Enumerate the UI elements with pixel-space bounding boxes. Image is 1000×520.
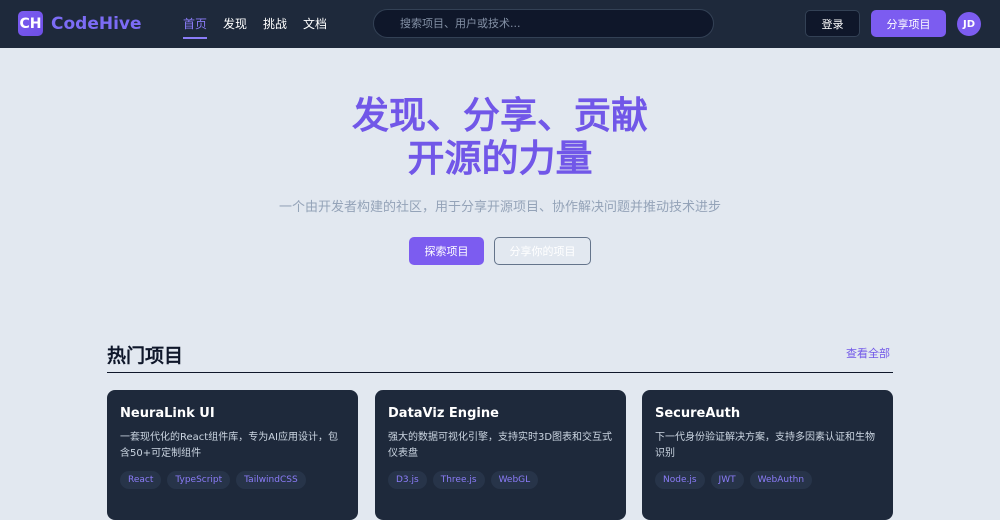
brand-logo[interactable]: CH CodeHive [18, 11, 142, 36]
tag-chip[interactable]: WebGL [490, 471, 539, 489]
hero-subtitle: 一个由开发者构建的社区，用于分享开源项目、协作解决问题并推动技术进步 [278, 200, 721, 215]
tag-chip[interactable]: Three.js [432, 471, 485, 489]
top-navbar: CH CodeHive 首页 发现 挑战 文档 登录 分享项目 JD [0, 0, 1000, 48]
brand-name: CodeHive [51, 13, 142, 34]
project-card-description: 一套现代化的React组件库，专为AI应用设计，包含50+可定制组件 [120, 432, 338, 459]
share-your-project-button[interactable]: 分享你的项目 [494, 237, 591, 265]
section-divider [107, 372, 893, 373]
tag-chip[interactable]: D3.js [388, 471, 427, 489]
project-tags: Node.js JWT WebAuthn [655, 471, 880, 489]
tag-chip[interactable]: WebAuthn [749, 471, 813, 489]
view-all-link[interactable]: 查看全部 [846, 345, 890, 361]
tag-chip[interactable]: TypeScript [167, 471, 231, 489]
tag-chip[interactable]: React [120, 471, 162, 489]
hero-title-line-1: 发现、分享、贡献 [352, 94, 648, 137]
section-title: 热门项目 [107, 345, 184, 367]
nav-link-discover[interactable]: 发现 [223, 15, 247, 39]
tag-chip[interactable]: Node.js [655, 471, 705, 489]
project-card-title[interactable]: SecureAuth [655, 406, 880, 421]
hero-title: 发现、分享、贡献 开源的力量 [0, 94, 1000, 180]
hero-title-line-2: 开源的力量 [407, 137, 593, 180]
nav-link-home[interactable]: 首页 [183, 15, 208, 39]
project-card-description: 强大的数据可视化引擎，支持实时3D图表和交互式仪表盘 [388, 432, 613, 459]
login-button[interactable]: 登录 [805, 10, 860, 37]
tag-chip[interactable]: JWT [710, 471, 744, 489]
explore-projects-button[interactable]: 探索项目 [409, 237, 484, 265]
project-tags: React TypeScript TailwindCSS [120, 471, 345, 489]
project-card-title[interactable]: NeuraLink UI [120, 406, 345, 421]
project-tags: D3.js Three.js WebGL [388, 471, 613, 489]
main-nav: 首页 发现 挑战 文档 [183, 15, 343, 39]
nav-link-docs[interactable]: 文档 [303, 15, 327, 39]
user-avatar[interactable]: JD [957, 12, 981, 36]
share-project-button[interactable]: 分享项目 [871, 10, 946, 37]
tag-chip[interactable]: TailwindCSS [236, 471, 306, 489]
logo-badge-icon: CH [18, 11, 43, 36]
project-card-title[interactable]: DataViz Engine [388, 406, 613, 421]
project-card-description: 下一代身份验证解决方案，支持多因素认证和生物识别 [655, 432, 875, 459]
search-input[interactable] [373, 9, 714, 38]
nav-link-challenges[interactable]: 挑战 [263, 15, 287, 39]
